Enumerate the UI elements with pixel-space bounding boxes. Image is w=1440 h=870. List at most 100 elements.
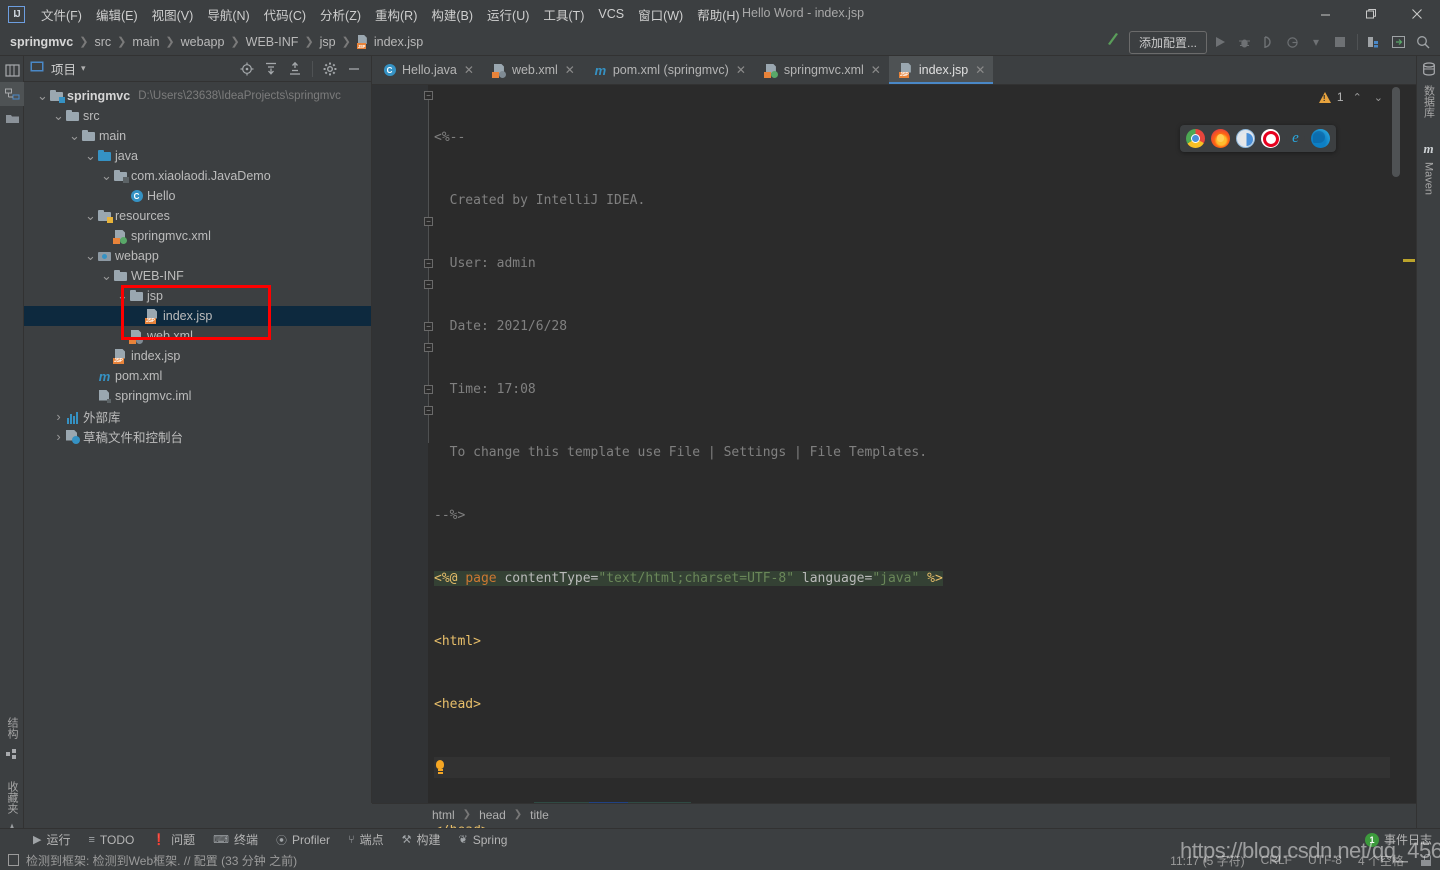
project-structure-button[interactable]: [1364, 31, 1386, 53]
run-button[interactable]: [1209, 31, 1231, 53]
error-stripe-marker-panel[interactable]: [1402, 85, 1416, 803]
menu-file[interactable]: 文件(F): [34, 2, 89, 27]
toolwindow-terminal[interactable]: ⌨ 终端: [204, 831, 267, 848]
profile-button[interactable]: [1281, 31, 1303, 53]
code-text[interactable]: <%-- Created by IntelliJ IDEA. User: adm…: [434, 85, 1390, 838]
run-with-coverage-button[interactable]: [1257, 31, 1279, 53]
tree-node-src[interactable]: ⌄ src: [24, 106, 371, 126]
settings-gear-icon[interactable]: [319, 58, 341, 80]
edge-icon[interactable]: [1311, 129, 1330, 148]
chevron-down-icon[interactable]: ⌄: [84, 249, 97, 262]
tree-node-web-inf[interactable]: ⌄ WEB-INF: [24, 266, 371, 286]
chevron-down-icon[interactable]: ⌄: [68, 129, 81, 142]
run-dropdown-icon[interactable]: ▾: [1305, 31, 1327, 53]
toolwindow-todo[interactable]: ≡ TODO: [79, 833, 143, 847]
menu-vcs[interactable]: VCS: [591, 4, 631, 24]
next-problem-icon[interactable]: ⌄: [1371, 91, 1386, 104]
rail-item-database[interactable]: 数据库: [1421, 81, 1437, 122]
tree-node-springmvc-xml[interactable]: springmvc.xml: [24, 226, 371, 246]
navbar-crumb-index-jsp[interactable]: index.jsp: [356, 35, 423, 49]
expand-all-icon[interactable]: [260, 58, 282, 80]
close-tab-icon[interactable]: ✕: [975, 63, 985, 77]
tree-node-jsp[interactable]: ⌄ jsp: [24, 286, 371, 306]
tree-node-main[interactable]: ⌄ main: [24, 126, 371, 146]
chevron-down-icon[interactable]: ⌄: [52, 109, 65, 122]
maximize-button[interactable]: [1348, 0, 1394, 28]
menu-code[interactable]: 代码(C): [257, 2, 313, 27]
chevron-down-icon[interactable]: ⌄: [84, 149, 97, 162]
project-scope-chevron-icon[interactable]: ▾: [81, 63, 86, 74]
tree-node-java[interactable]: ⌄ java: [24, 146, 371, 166]
code-fold-toggle[interactable]: −: [424, 406, 433, 415]
safari-icon[interactable]: [1236, 129, 1255, 148]
navbar-crumb-main[interactable]: main: [132, 35, 159, 49]
menu-navigate[interactable]: 导航(N): [200, 2, 256, 27]
rail-project-stripe-icon[interactable]: [0, 58, 24, 82]
menu-view[interactable]: 视图(V): [145, 2, 201, 27]
code-fold-toggle[interactable]: −: [424, 259, 433, 268]
menu-refactor[interactable]: 重构(R): [368, 2, 424, 27]
toolwindow-profiler[interactable]: ⦿ Profiler: [267, 832, 339, 848]
code-fold-toggle[interactable]: −: [424, 322, 433, 331]
code-fold-toggle[interactable]: −: [424, 217, 433, 226]
notification-icon[interactable]: [8, 854, 19, 866]
editor-gutter[interactable]: [372, 85, 428, 803]
close-tab-icon[interactable]: ✕: [565, 63, 575, 77]
browser-launch-bar[interactable]: e: [1180, 125, 1336, 152]
chevron-right-icon[interactable]: ›: [52, 429, 65, 444]
update-project-button[interactable]: [1388, 31, 1410, 53]
menu-build[interactable]: 构建(B): [424, 2, 480, 27]
scrollbar-thumb[interactable]: [1392, 87, 1400, 177]
code-fold-toggle[interactable]: −: [424, 343, 433, 352]
breadcrumb-head[interactable]: head: [479, 808, 506, 822]
editor-tab-pom-xml--springmvc-[interactable]: m pom.xml (springmvc) ✕: [583, 56, 754, 84]
toolwindow-endpoints[interactable]: ⑂ 端点: [339, 831, 393, 848]
chevron-down-icon[interactable]: ⌄: [36, 89, 49, 102]
chevron-down-icon[interactable]: ⌄: [116, 289, 129, 302]
editor-tab-bar[interactable]: C Hello.java ✕ web.xml ✕ m pom.xml (springmvc)…: [372, 56, 1416, 85]
stop-button[interactable]: [1329, 31, 1351, 53]
internet-explorer-icon[interactable]: e: [1286, 129, 1305, 148]
warning-stripe-marker[interactable]: [1403, 259, 1415, 262]
close-tab-icon[interactable]: ✕: [871, 63, 881, 77]
chevron-down-icon[interactable]: ⌄: [100, 169, 113, 182]
chevron-down-icon[interactable]: ⌄: [84, 209, 97, 222]
select-opened-file-icon[interactable]: [236, 58, 258, 80]
code-editor[interactable]: 1234567891011121314151617 1 ⌃ ⌄ e <%-- C…: [372, 85, 1416, 838]
tree-node-com-xiaolaodi-javademo[interactable]: ⌄ com.xiaolaodi.JavaDemo: [24, 166, 371, 186]
tree-node-springmvc-iml[interactable]: springmvc.iml: [24, 386, 371, 406]
tree-node-hello[interactable]: C Hello: [24, 186, 371, 206]
previous-problem-icon[interactable]: ⌃: [1350, 91, 1365, 104]
build-hammer-icon[interactable]: [1101, 32, 1127, 52]
tree-node-index-jsp[interactable]: index.jsp: [24, 306, 371, 326]
tree-node-resources[interactable]: ⌄ resources: [24, 206, 371, 226]
search-everywhere-icon[interactable]: [1412, 31, 1434, 53]
navbar-crumb-src[interactable]: src: [94, 35, 111, 49]
menu-analyze[interactable]: 分析(Z): [313, 2, 368, 27]
database-stripe-icon[interactable]: [1422, 62, 1436, 81]
structure-grid-icon[interactable]: [0, 743, 24, 767]
editor-tab-springmvc-xml[interactable]: springmvc.xml ✕: [754, 56, 889, 84]
menu-run[interactable]: 运行(U): [480, 2, 536, 27]
chrome-icon[interactable]: [1186, 129, 1205, 148]
code-fold-toggle[interactable]: −: [424, 91, 433, 100]
rail-folder-icon[interactable]: [0, 106, 24, 130]
inspection-widget[interactable]: 1 ⌃ ⌄: [1318, 90, 1386, 104]
tree-node-webapp[interactable]: ⌄ webapp: [24, 246, 371, 266]
debug-button[interactable]: [1233, 31, 1255, 53]
close-tab-icon[interactable]: ✕: [464, 63, 474, 77]
toolwindow-run[interactable]: ▶ 运行: [24, 831, 79, 848]
tree-node-web-xml[interactable]: web.xml: [24, 326, 371, 346]
chevron-right-icon[interactable]: ›: [52, 409, 65, 424]
code-fold-toggle[interactable]: −: [424, 385, 433, 394]
close-button[interactable]: [1394, 0, 1440, 28]
rail-item-structure[interactable]: 结构: [4, 713, 20, 743]
hide-panel-icon[interactable]: [343, 58, 365, 80]
tree-node-草稿文件和控制台[interactable]: › 草稿文件和控制台: [24, 426, 371, 446]
menu-tools[interactable]: 工具(T): [536, 2, 591, 27]
tree-node-index-jsp[interactable]: index.jsp: [24, 346, 371, 366]
firefox-icon[interactable]: [1211, 129, 1230, 148]
project-tree[interactable]: ⌄ springmvc D:\Users\23638\IdeaProjects\sp…: [24, 82, 371, 446]
status-message-area[interactable]: 检测到框架: 检测到Web框架. // 配置 (33 分钟 之前): [8, 852, 297, 869]
collapse-all-icon[interactable]: [284, 58, 306, 80]
